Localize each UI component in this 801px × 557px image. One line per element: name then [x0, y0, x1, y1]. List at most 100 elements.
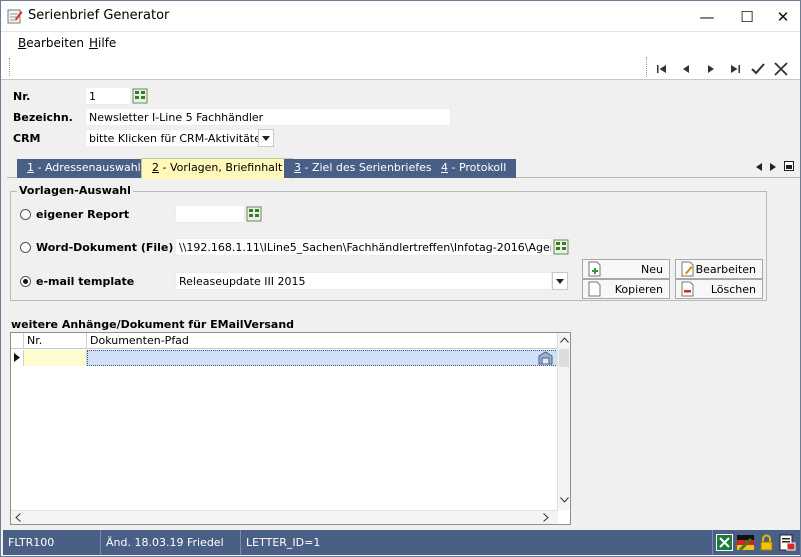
- nr-label: Nr.: [13, 90, 31, 103]
- grid-horizontal-scrollbar[interactable]: [11, 510, 558, 524]
- table-row[interactable]: [11, 350, 558, 366]
- menu-hilfe-mnemonic: H: [89, 36, 99, 50]
- scroll-down-icon[interactable]: [560, 497, 569, 503]
- tab-vorlagen-briefinhalt[interactable]: 2 - Vorlagen, Briefinhalt: [141, 158, 294, 179]
- close-button[interactable]: ✕: [763, 1, 801, 32]
- status-record-id: LETTER_ID=1: [241, 530, 713, 555]
- loeschen-button[interactable]: Löschen: [675, 279, 763, 299]
- tab-label: - Vorlagen, Briefinhalt: [159, 161, 283, 174]
- tab-number: 2: [152, 161, 159, 174]
- tab-ziel-des-serienbriefes[interactable]: 3 - Ziel des Serienbriefes: [284, 159, 442, 178]
- last-record-icon: [731, 65, 740, 73]
- tab-label: - Ziel des Serienbriefes: [301, 161, 432, 174]
- app-icon: [7, 9, 23, 24]
- crm-field[interactable]: bitte Klicken für CRM-Aktivitäten...: [85, 129, 259, 147]
- scroll-thumb[interactable]: [559, 349, 569, 367]
- neu-button-label: Neu: [641, 262, 663, 276]
- menu-toolbar-area: Bearbeiten Hilfe: [1, 32, 800, 80]
- anhaenge-title: weitere Anhänge/Dokument für EMailVersan…: [11, 318, 295, 331]
- cancel-edit-button[interactable]: [770, 59, 792, 79]
- neu-button[interactable]: Neu: [582, 259, 670, 279]
- copy-document-icon: [588, 281, 601, 297]
- first-record-button[interactable]: [651, 59, 673, 79]
- maximize-button[interactable]: ☐: [727, 1, 767, 32]
- lookup-icon[interactable]: [132, 88, 148, 104]
- word-dokument-path-field[interactable]: \\192.168.1.11\ILine5_Sachen\Fachhändler…: [175, 238, 552, 256]
- tab-scroll-right-icon[interactable]: [770, 163, 776, 171]
- email-template-label: e-mail template: [36, 275, 135, 288]
- language-flag-de-icon[interactable]: [737, 534, 754, 551]
- tab-strip: 1 - Adressenauswahl 2 - Vorlagen, Briefi…: [7, 158, 800, 179]
- row-indicator: [11, 350, 24, 366]
- window-title: Serienbrief Generator: [28, 8, 170, 23]
- email-template-field[interactable]: Releaseupdate III 2015: [175, 272, 552, 290]
- email-template-dropdown-button[interactable]: [552, 272, 568, 290]
- tab-number: 4: [441, 161, 448, 174]
- app-window: Serienbrief Generator — ☐ ✕ Bearbeiten H…: [0, 0, 801, 557]
- bearbeiten-button-label: Bearbeiten: [695, 262, 756, 276]
- prev-record-icon: [683, 65, 689, 73]
- tab-number: 1: [27, 161, 34, 174]
- loeschen-button-label: Löschen: [710, 282, 756, 296]
- lock-icon[interactable]: [758, 534, 775, 551]
- title-bar: Serienbrief Generator — ☐ ✕: [1, 1, 800, 32]
- bezeichnung-field[interactable]: Newsletter I-Line 5 Fachhändler: [85, 108, 451, 126]
- folder-browse-icon[interactable]: [538, 351, 553, 365]
- anhaenge-grid[interactable]: Nr. Dokumenten-Pfad: [10, 332, 571, 525]
- minimize-button[interactable]: —: [687, 1, 727, 32]
- scroll-left-icon[interactable]: [15, 513, 21, 522]
- menu-hilfe-label: ilfe: [98, 36, 117, 50]
- lookup-icon[interactable]: [553, 239, 569, 255]
- close-x-icon: [774, 62, 788, 76]
- last-record-button[interactable]: [724, 59, 746, 79]
- confirm-button[interactable]: [747, 59, 769, 79]
- menu-hilfe[interactable]: Hilfe: [89, 36, 116, 50]
- menu-bearbeiten[interactable]: Bearbeiten: [18, 36, 84, 50]
- column-header-pfad[interactable]: Dokumenten-Pfad: [87, 333, 558, 349]
- print-preview-icon[interactable]: [779, 534, 796, 551]
- word-dokument-label: Word-Dokument (File): [36, 241, 174, 254]
- next-record-button[interactable]: [700, 59, 722, 79]
- menu-bearbeiten-mnemonic: B: [18, 36, 27, 50]
- grid-vertical-scrollbar[interactable]: [557, 333, 570, 510]
- next-record-icon: [708, 65, 714, 73]
- cell-nr[interactable]: [24, 350, 87, 366]
- column-header-nr[interactable]: Nr.: [24, 333, 87, 349]
- prev-record-button[interactable]: [675, 59, 697, 79]
- current-row-icon: [14, 353, 20, 362]
- vorlagen-group-title: Vorlagen-Auswahl: [17, 184, 133, 197]
- tab-close-icon[interactable]: [784, 161, 794, 171]
- scroll-right-icon[interactable]: [543, 513, 549, 522]
- toolbar-separator: [646, 57, 648, 77]
- crm-label: CRM: [13, 132, 41, 145]
- toolbar-grip[interactable]: [9, 58, 11, 76]
- nr-field[interactable]: 1: [85, 87, 131, 105]
- cell-pfad[interactable]: [87, 350, 558, 366]
- chevron-down-icon: [556, 278, 564, 284]
- lookup-icon[interactable]: [246, 206, 262, 222]
- check-icon: [751, 63, 765, 75]
- radio-email-template[interactable]: [20, 276, 31, 287]
- grid-indicator-header: [11, 333, 24, 349]
- first-record-icon: [657, 65, 666, 73]
- crm-dropdown-button[interactable]: [258, 129, 274, 147]
- menu-bearbeiten-label: earbeiten: [26, 36, 84, 50]
- status-bar: FLTR100 Änd. 18.03.19 Friedel LETTER_ID=…: [3, 530, 800, 555]
- bearbeiten-button[interactable]: Bearbeiten: [675, 259, 763, 279]
- tab-label: - Adressenauswahl: [34, 161, 141, 174]
- kopieren-button-label: Kopieren: [614, 282, 663, 296]
- tab-adressenauswahl[interactable]: 1 - Adressenauswahl: [17, 159, 151, 178]
- edit-document-icon: [681, 261, 694, 277]
- new-document-icon: [588, 261, 601, 277]
- status-form-id: FLTR100: [3, 530, 101, 555]
- radio-eigener-report[interactable]: [20, 209, 31, 220]
- eigener-report-field[interactable]: [175, 205, 245, 223]
- status-last-changed: Änd. 18.03.19 Friedel: [101, 530, 241, 555]
- tab-protokoll[interactable]: 4 - Protokoll: [431, 159, 517, 178]
- radio-word-dokument[interactable]: [20, 242, 31, 253]
- kopieren-button[interactable]: Kopieren: [582, 279, 670, 299]
- scroll-up-icon[interactable]: [560, 337, 569, 343]
- tab-scroll-left-icon[interactable]: [756, 163, 762, 171]
- tab-number: 3: [294, 161, 301, 174]
- excel-export-icon[interactable]: [716, 534, 733, 551]
